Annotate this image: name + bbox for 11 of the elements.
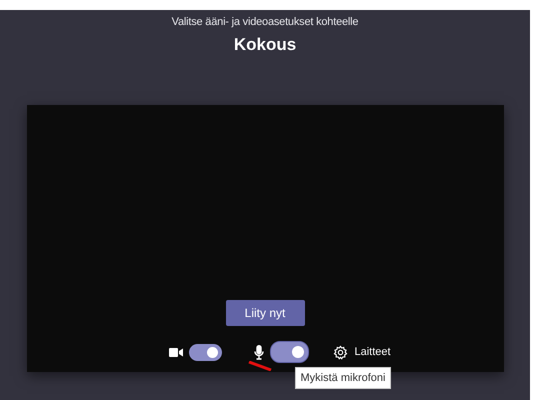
join-button[interactable]: Liity nyt [226, 300, 304, 326]
camera-icon [169, 348, 184, 356]
devices-button[interactable]: Laitteet [333, 344, 391, 360]
subtitle: Valitse ääni- ja videoasetukset kohteelle [172, 16, 358, 28]
microphone-toggle[interactable] [270, 341, 310, 363]
annotation-stroke [248, 360, 272, 370]
settings-icon [333, 344, 348, 360]
camera-toggle[interactable] [189, 344, 222, 360]
microphone-icon [254, 344, 264, 360]
tooltip: Mykistä mikrofoni [294, 367, 392, 389]
meeting-title: Kokous [234, 35, 296, 55]
